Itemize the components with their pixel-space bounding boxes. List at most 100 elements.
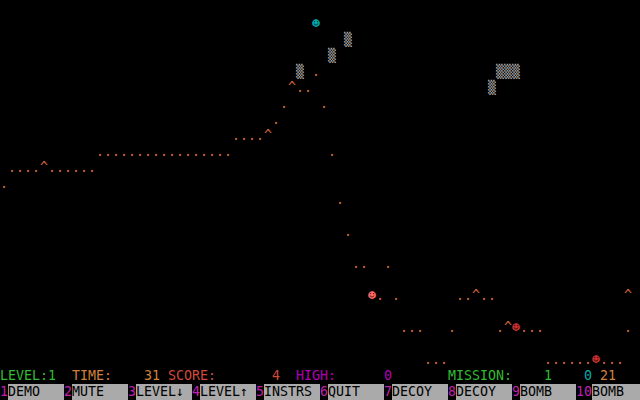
function-key-label[interactable]: DECOY	[456, 384, 512, 400]
time-label: TIME:	[72, 368, 112, 384]
item-color: .	[336, 192, 344, 207]
item-color: .	[344, 224, 352, 239]
function-key[interactable]: 8DECOY	[448, 384, 512, 400]
terrain-segment: .	[392, 288, 400, 304]
terrain-segment: ..^..	[456, 288, 496, 304]
item-glyphs: ...	[424, 352, 448, 367]
function-key-label[interactable]: BOMB	[592, 384, 640, 400]
function-key-label[interactable]: LEVEL↑	[200, 384, 256, 400]
item-color: ▒	[296, 64, 304, 79]
terrain-segment: .	[280, 96, 288, 112]
terrain-segment: .^	[496, 320, 512, 336]
item-color: .................	[96, 144, 232, 159]
function-key[interactable]: 2MUTE	[64, 384, 128, 400]
item-glyphs: .^	[496, 320, 512, 335]
counter-value: 0	[584, 368, 592, 383]
item-color: ....^	[232, 128, 272, 143]
mission-value: 1	[544, 368, 552, 384]
cloud-block: ▒	[296, 64, 304, 80]
function-key-label[interactable]: DECOY	[392, 384, 448, 400]
terrain-segment: .	[448, 320, 456, 336]
terrain-segment: .	[344, 224, 352, 240]
function-key-number[interactable]: 2	[64, 384, 72, 400]
function-key[interactable]: 7DECOY	[384, 384, 448, 400]
function-key-number[interactable]: 1	[0, 384, 8, 400]
terrain-segment: ....^......	[8, 160, 96, 176]
terrain-segment: ..	[352, 256, 368, 272]
status-line: LEVEL:1TIME:31SCORE:4HIGH:0MISSION:1021	[0, 368, 640, 384]
function-key-label[interactable]: LEVEL↓	[136, 384, 192, 400]
item-color: ...	[600, 352, 624, 367]
item-color: ..	[352, 256, 368, 271]
function-key-number[interactable]: 3	[128, 384, 136, 400]
high-label: HIGH:	[296, 368, 336, 384]
item-color: .	[384, 256, 392, 271]
item-glyphs: ☻	[368, 288, 376, 303]
function-key-number[interactable]: 8	[448, 384, 456, 400]
item-glyphs: .	[624, 320, 632, 335]
item-color: ☻	[368, 288, 376, 303]
terrain-segment: .	[328, 144, 336, 160]
item-color: ▒	[328, 48, 336, 63]
function-key-label[interactable]: MUTE	[72, 384, 128, 400]
level-label: LEVEL:	[0, 368, 48, 384]
item-glyphs: .	[336, 192, 344, 207]
item-glyphs: ...	[520, 320, 544, 335]
item-glyphs: ......	[544, 352, 592, 367]
item-glyphs: .	[392, 288, 400, 303]
score-value: 4	[272, 368, 280, 384]
enemy-face-icon: ☻	[592, 352, 600, 368]
function-key[interactable]: 10BOMB	[576, 384, 640, 400]
enemy-face-icon: ☻	[512, 320, 520, 336]
cloud-block: ▒▒▒	[496, 64, 520, 80]
function-key-number[interactable]: 6	[320, 384, 328, 400]
item-color: ☻	[312, 16, 320, 31]
item-glyphs: ..	[352, 256, 368, 271]
terrain-segment: .	[272, 112, 280, 128]
item-glyphs: .	[280, 96, 288, 111]
item-glyphs: ▒	[296, 64, 304, 79]
function-key-number[interactable]: 7	[384, 384, 392, 400]
function-key-label[interactable]: DEMO	[8, 384, 64, 400]
function-key-label[interactable]: BOMB	[520, 384, 576, 400]
item-color: ☻	[512, 320, 520, 335]
item-color: .	[0, 176, 8, 191]
item-color: .	[320, 96, 328, 111]
function-key[interactable]: 6QUIT	[320, 384, 384, 400]
item-color: .	[280, 96, 288, 111]
function-key-label[interactable]: INSTRS	[264, 384, 320, 400]
terrain-segment: ......	[544, 352, 592, 368]
function-key-number[interactable]: 4	[192, 384, 200, 400]
terrain-segment: ...	[600, 352, 624, 368]
player-face-icon: ☻	[312, 16, 320, 32]
function-key[interactable]: 5INSTRS	[256, 384, 320, 400]
counter: 0	[584, 368, 592, 384]
terrain-segment: ...	[400, 320, 424, 336]
terrain-segment: .	[624, 320, 632, 336]
terrain-segment: .................	[96, 144, 232, 160]
terrain-segment: .	[376, 288, 384, 304]
terrain-segment: ....^	[232, 128, 272, 144]
item-glyphs: .	[328, 144, 336, 159]
item-glyphs: ^..	[288, 80, 312, 95]
function-key[interactable]: 3LEVEL↓	[128, 384, 192, 400]
item-color: ...	[424, 352, 448, 367]
item-color: ....^......	[8, 160, 96, 175]
time-value: 31	[144, 368, 160, 384]
item-glyphs: .	[448, 320, 456, 335]
function-key[interactable]: 9BOMB	[512, 384, 576, 400]
item-glyphs: .	[384, 256, 392, 271]
function-key-number[interactable]: 10	[576, 384, 592, 400]
function-key[interactable]: 4LEVEL↑	[192, 384, 256, 400]
function-key[interactable]: 1DEMO	[0, 384, 64, 400]
item-color: .	[272, 112, 280, 127]
item-glyphs: ....^......	[8, 160, 96, 175]
item-glyphs: ☻	[312, 16, 320, 31]
function-key-label[interactable]: QUIT	[328, 384, 384, 400]
item-glyphs: .	[272, 112, 280, 127]
terrain-segment: ^..	[288, 80, 312, 96]
function-key-number[interactable]: 5	[256, 384, 264, 400]
item-color: .	[312, 64, 320, 79]
function-key-number[interactable]: 9	[512, 384, 520, 400]
item-glyphs: ▒	[488, 80, 496, 95]
